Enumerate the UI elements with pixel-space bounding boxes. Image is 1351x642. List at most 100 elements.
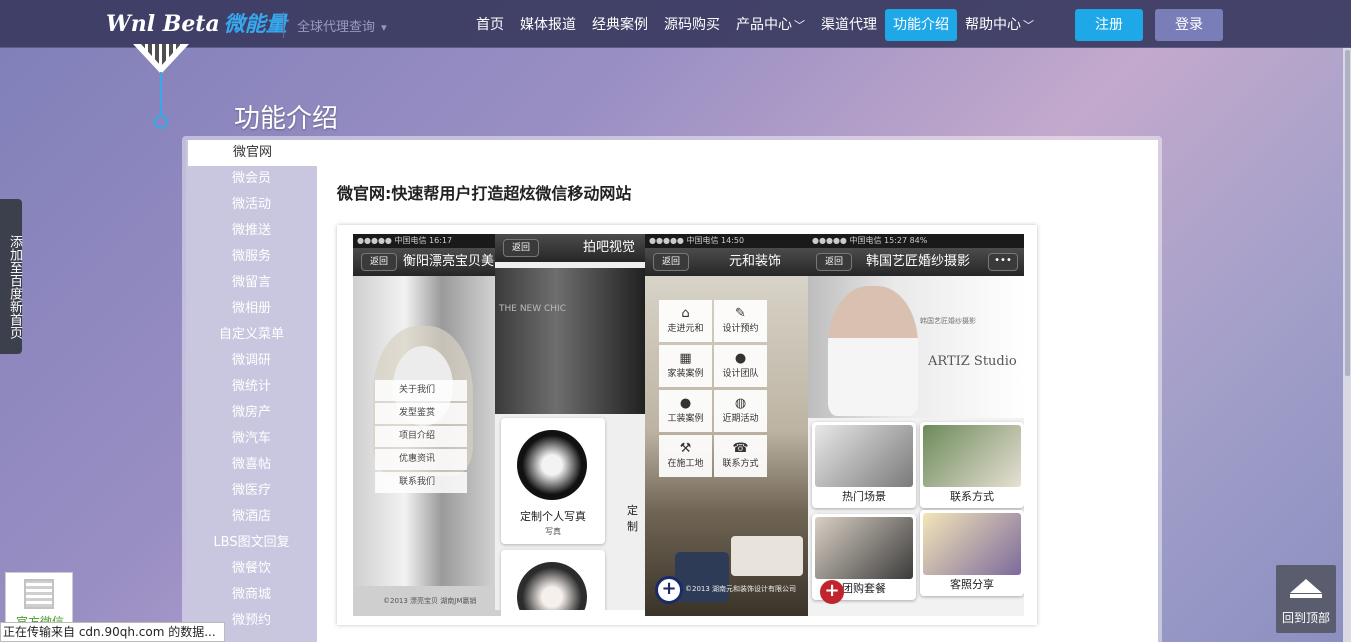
tile-label: 在施工地 bbox=[667, 459, 704, 469]
sidebar-item[interactable]: 微酒店 bbox=[186, 504, 317, 530]
sidebar-item[interactable]: 微喜帖 bbox=[186, 452, 317, 478]
nav-item-label: 产品中心 bbox=[736, 17, 792, 33]
sidebar-item[interactable]: 微统计 bbox=[186, 374, 317, 400]
plus-icon: + bbox=[820, 580, 844, 604]
wedding-cell-photo bbox=[815, 517, 913, 579]
phone-tile: ☎ 联系方式 bbox=[714, 435, 767, 477]
sidebar-item[interactable]: 微活动 bbox=[186, 192, 317, 218]
agent-query-label: 全球代理查询 bbox=[297, 20, 376, 35]
sidebar-item[interactable]: 微留言 bbox=[186, 270, 317, 296]
phone-tile: ✎ 设计预约 bbox=[714, 300, 767, 342]
nav-item[interactable]: 源码购买 bbox=[656, 9, 728, 41]
wedding-cell-label: 联系方式 bbox=[950, 490, 994, 503]
phone-tile: ● 设计团队 bbox=[714, 345, 767, 387]
phone-tile: ▦ 家装案例 bbox=[659, 345, 712, 387]
sidebar-item[interactable]: 微房产 bbox=[186, 400, 317, 426]
logo-text-cn: 微能量 bbox=[223, 12, 287, 36]
tile-icon: ☎ bbox=[732, 441, 749, 456]
phone-menu-item: 发型鉴赏 bbox=[375, 403, 467, 424]
wedding-cell-label: 热门场景 bbox=[842, 490, 886, 503]
login-button[interactable]: 登录 bbox=[1155, 9, 1223, 41]
phone-menu-item: 优惠资讯 bbox=[375, 449, 467, 470]
tile-icon: ⌂ bbox=[681, 306, 690, 321]
sidebar-item[interactable]: 微汽车 bbox=[186, 426, 317, 452]
sidebar-item[interactable]: 微医疗 bbox=[186, 478, 317, 504]
nav-item[interactable]: 经典案例 bbox=[584, 9, 656, 41]
ottoman-shape bbox=[675, 552, 729, 602]
phone-menu-list: 关于我们 发型鉴赏 项目介绍 优惠资讯 联系我们 bbox=[375, 380, 467, 495]
phone-back-button: 返回 bbox=[653, 253, 690, 271]
sidebar-item[interactable]: 微餐饮 bbox=[186, 556, 317, 582]
pin-dot bbox=[154, 115, 168, 129]
nav-item-label: 经典案例 bbox=[592, 17, 648, 33]
nav-item[interactable]: 媒体报道 bbox=[512, 9, 584, 41]
phone-back-button: 返回 bbox=[361, 253, 398, 271]
browser-status-bar: 正在传输来自 cdn.90qh.com 的数据... bbox=[0, 622, 225, 642]
tile-icon: ● bbox=[679, 396, 692, 411]
sidebar-item[interactable]: 微商城 bbox=[186, 582, 317, 608]
phone-menu-item: 联系我们 bbox=[375, 472, 467, 493]
tile-label: 家装案例 bbox=[667, 369, 704, 379]
tile-label: 联系方式 bbox=[722, 459, 759, 469]
nav-item[interactable]: 渠道代理 bbox=[813, 9, 885, 41]
site-logo[interactable]: Wnl Beta 微能量 bbox=[106, 8, 287, 40]
nav-item[interactable]: 帮助中心 ﹀ bbox=[957, 9, 1042, 41]
portrait-circle bbox=[517, 430, 587, 500]
phone-title: 韩国艺匠婚纱摄影 bbox=[866, 254, 971, 269]
top-nav-bar: Wnl Beta 微能量 全球代理查询 ▾ 首页 媒体报道 经典案例 源码购买 产品中心… bbox=[0, 0, 1351, 48]
phone-title: 拍吧视觉 bbox=[583, 240, 636, 255]
feature-sidebar: 微官网 微会员 微活动 微推送 微服务 微留言 微相册 自定义菜单 微调研 微统计 微房产 微汽车 微喜… bbox=[186, 140, 317, 642]
sidebar-item[interactable]: 自定义菜单 bbox=[186, 322, 317, 348]
tile-icon: ▦ bbox=[679, 351, 692, 366]
studio-name-cn: 韩国艺匠婚纱摄影 bbox=[920, 317, 976, 325]
nav-item-label: 首页 bbox=[476, 17, 504, 33]
nav-item-label: 渠道代理 bbox=[821, 17, 877, 33]
partial-card-title: 定制 bbox=[627, 504, 638, 533]
nav-item[interactable]: 首页 bbox=[468, 9, 512, 41]
qr-code-icon bbox=[24, 579, 54, 609]
sofa-shape bbox=[731, 536, 803, 576]
phone-title-bar: 返回 拍吧视觉 bbox=[495, 234, 647, 262]
card-title: 定制个人写真 bbox=[520, 510, 586, 523]
wedding-cell: 客照分享 bbox=[920, 510, 1024, 596]
sidebar-item[interactable]: 微调研 bbox=[186, 348, 317, 374]
tile-icon: ⚒ bbox=[679, 441, 692, 456]
page-scrollbar-thumb[interactable] bbox=[1345, 50, 1350, 376]
sidebar-item[interactable]: LBS图文回复 bbox=[186, 530, 317, 556]
back-to-top-button[interactable]: 回到顶部 bbox=[1276, 565, 1336, 633]
nav-item[interactable]: 功能介绍 bbox=[885, 9, 957, 41]
phone-title: 衡阳漂亮宝贝美 bbox=[403, 254, 495, 269]
tile-label: 设计预约 bbox=[722, 324, 759, 334]
page-title: 功能介绍 bbox=[234, 104, 339, 134]
sidebar-item[interactable]: 微相册 bbox=[186, 296, 317, 322]
wedding-cell: 热门场景 bbox=[812, 422, 916, 508]
sidebar-item[interactable]: 微官网 bbox=[188, 140, 317, 166]
tile-icon: ● bbox=[734, 351, 747, 366]
sidebar-item[interactable]: 微会员 bbox=[186, 166, 317, 192]
portrait-card: 定制个人写真 写真 bbox=[501, 418, 605, 544]
phone-screenshot-photostudio: 返回 拍吧视觉 THE NEW CHIC 定制个人写真 写真 定制 bbox=[495, 234, 647, 610]
sidebar-item[interactable]: 微服务 bbox=[186, 244, 317, 270]
phone-menu-item: 项目介绍 bbox=[375, 426, 467, 447]
portrait-circle-2 bbox=[517, 562, 587, 610]
sidebar-item[interactable]: 微推送 bbox=[186, 218, 317, 244]
tile-icon: ✎ bbox=[735, 306, 746, 321]
nav-item-label: 媒体报道 bbox=[520, 17, 576, 33]
add-to-baidu-tab[interactable]: 添加至百度新首页 bbox=[0, 199, 22, 354]
feature-heading: 微官网:快速帮用户打造超炫微信移动网站 bbox=[337, 184, 632, 203]
phone-menu-item: 关于我们 bbox=[375, 380, 467, 401]
nav-item[interactable]: 产品中心 ﹀ bbox=[728, 9, 813, 41]
bride-shape bbox=[828, 286, 918, 416]
agent-query-dropdown[interactable]: 全球代理查询 ▾ bbox=[297, 16, 387, 35]
arrow-up-icon bbox=[1290, 579, 1322, 593]
plus-icon: + bbox=[655, 576, 683, 604]
tile-label: 工装案例 bbox=[667, 414, 704, 424]
chevron-down-icon: ﹀ bbox=[1023, 19, 1034, 32]
nav-item-label: 功能介绍 bbox=[893, 17, 949, 33]
phone-status-bar: ●●●●● 中国电信 14:50 bbox=[645, 234, 810, 248]
register-button[interactable]: 注册 bbox=[1075, 9, 1143, 41]
photo-caption: THE NEW CHIC bbox=[499, 304, 566, 314]
wedding-cell-label: 客照分享 bbox=[950, 578, 994, 591]
phone-title-bar: 返回 韩国艺匠婚纱摄影 ••• bbox=[808, 248, 1024, 276]
arrow-up-bar bbox=[1290, 594, 1322, 598]
